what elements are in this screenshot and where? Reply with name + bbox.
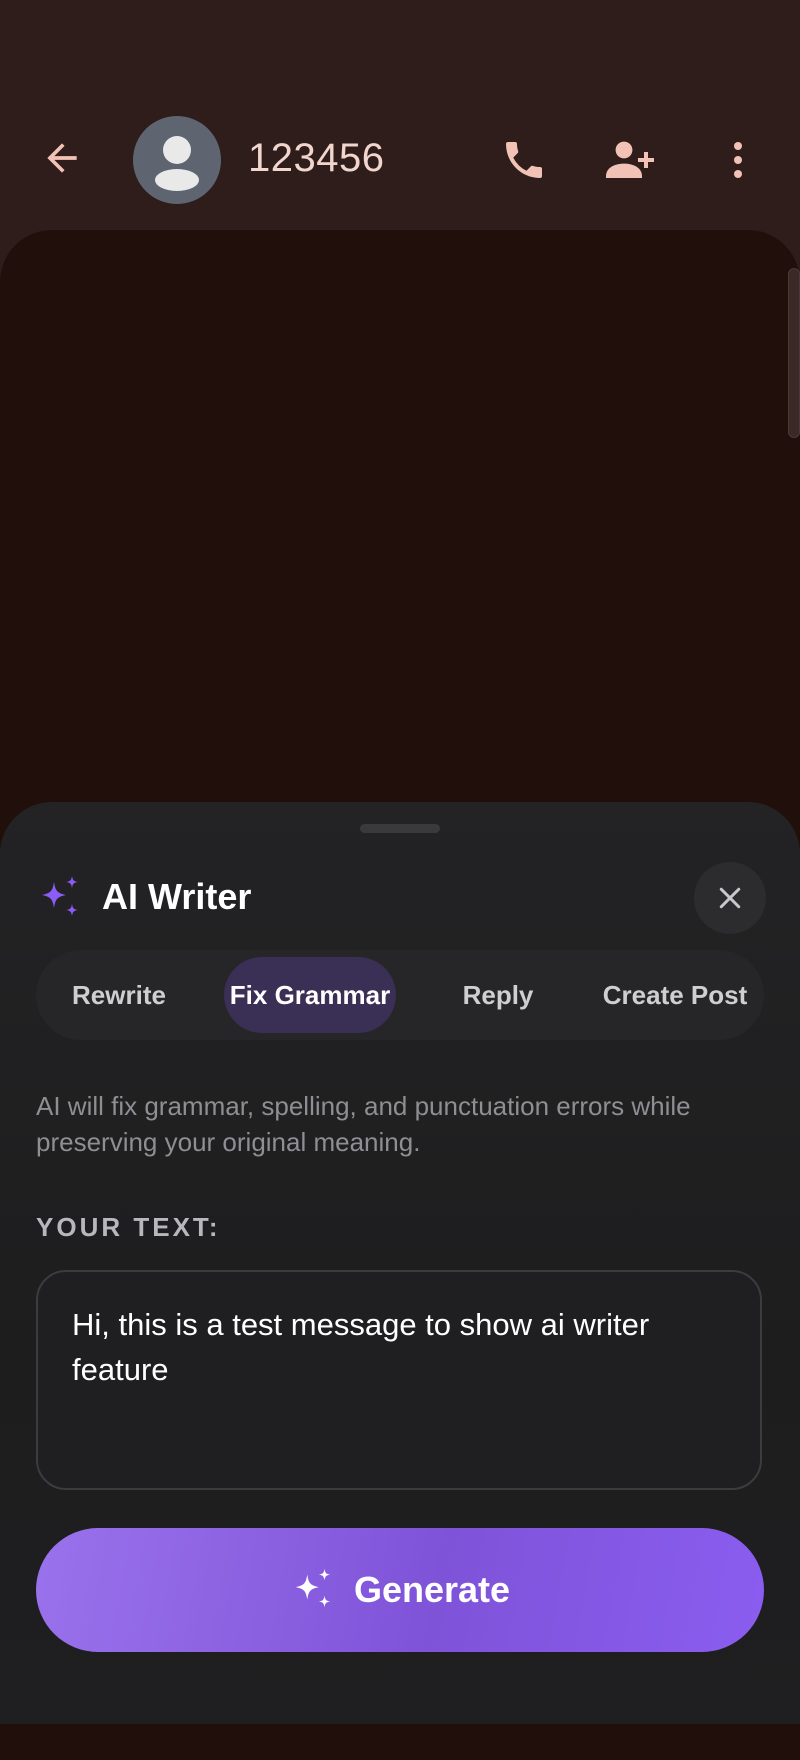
- sparkle-icon: [42, 876, 78, 916]
- close-button[interactable]: [694, 862, 766, 934]
- text-input-value[interactable]: Hi, this is a test message to show ai wr…: [72, 1302, 712, 1392]
- mode-tab-bar: Rewrite Fix Grammar Reply Create Post: [36, 950, 764, 1040]
- input-label: YOUR TEXT:: [36, 1212, 221, 1242]
- sparkle-icon: [295, 1568, 331, 1608]
- add-contact-button[interactable]: [598, 128, 662, 192]
- contact-name[interactable]: 123456: [248, 136, 384, 181]
- navigation-bar-area: [0, 1724, 800, 1760]
- drag-handle[interactable]: [360, 824, 440, 833]
- more-options-button[interactable]: [706, 128, 770, 192]
- ai-writer-bottom-sheet: AI Writer Rewrite Fix Grammar Reply Crea…: [0, 802, 800, 1724]
- sheet-header: AI Writer: [36, 862, 766, 934]
- close-icon: [719, 887, 741, 909]
- status-bar: [0, 0, 800, 72]
- tab-rewrite[interactable]: Rewrite: [50, 957, 188, 1033]
- person-add-icon: [606, 141, 654, 178]
- text-input-field[interactable]: Hi, this is a test message to show ai wr…: [36, 1270, 762, 1490]
- tab-reply[interactable]: Reply: [436, 957, 560, 1033]
- generate-button[interactable]: Generate: [36, 1528, 764, 1652]
- person-icon: [155, 136, 199, 191]
- scrollbar-thumb[interactable]: [788, 268, 800, 438]
- generate-label: Generate: [353, 1569, 511, 1610]
- back-button[interactable]: [32, 128, 92, 188]
- contact-avatar[interactable]: [133, 116, 221, 204]
- mode-description: AI will fix grammar, spelling, and punct…: [36, 1091, 691, 1157]
- call-button[interactable]: [492, 128, 556, 192]
- arrow-left-icon: [47, 143, 77, 173]
- conversation-top-bar: 123456: [0, 100, 800, 220]
- sheet-title: AI Writer: [102, 876, 252, 917]
- tab-create-post[interactable]: Create Post: [586, 957, 764, 1033]
- tab-fix-grammar[interactable]: Fix Grammar: [224, 957, 396, 1033]
- phone-icon: [506, 142, 542, 178]
- more-vertical-icon: [734, 142, 742, 178]
